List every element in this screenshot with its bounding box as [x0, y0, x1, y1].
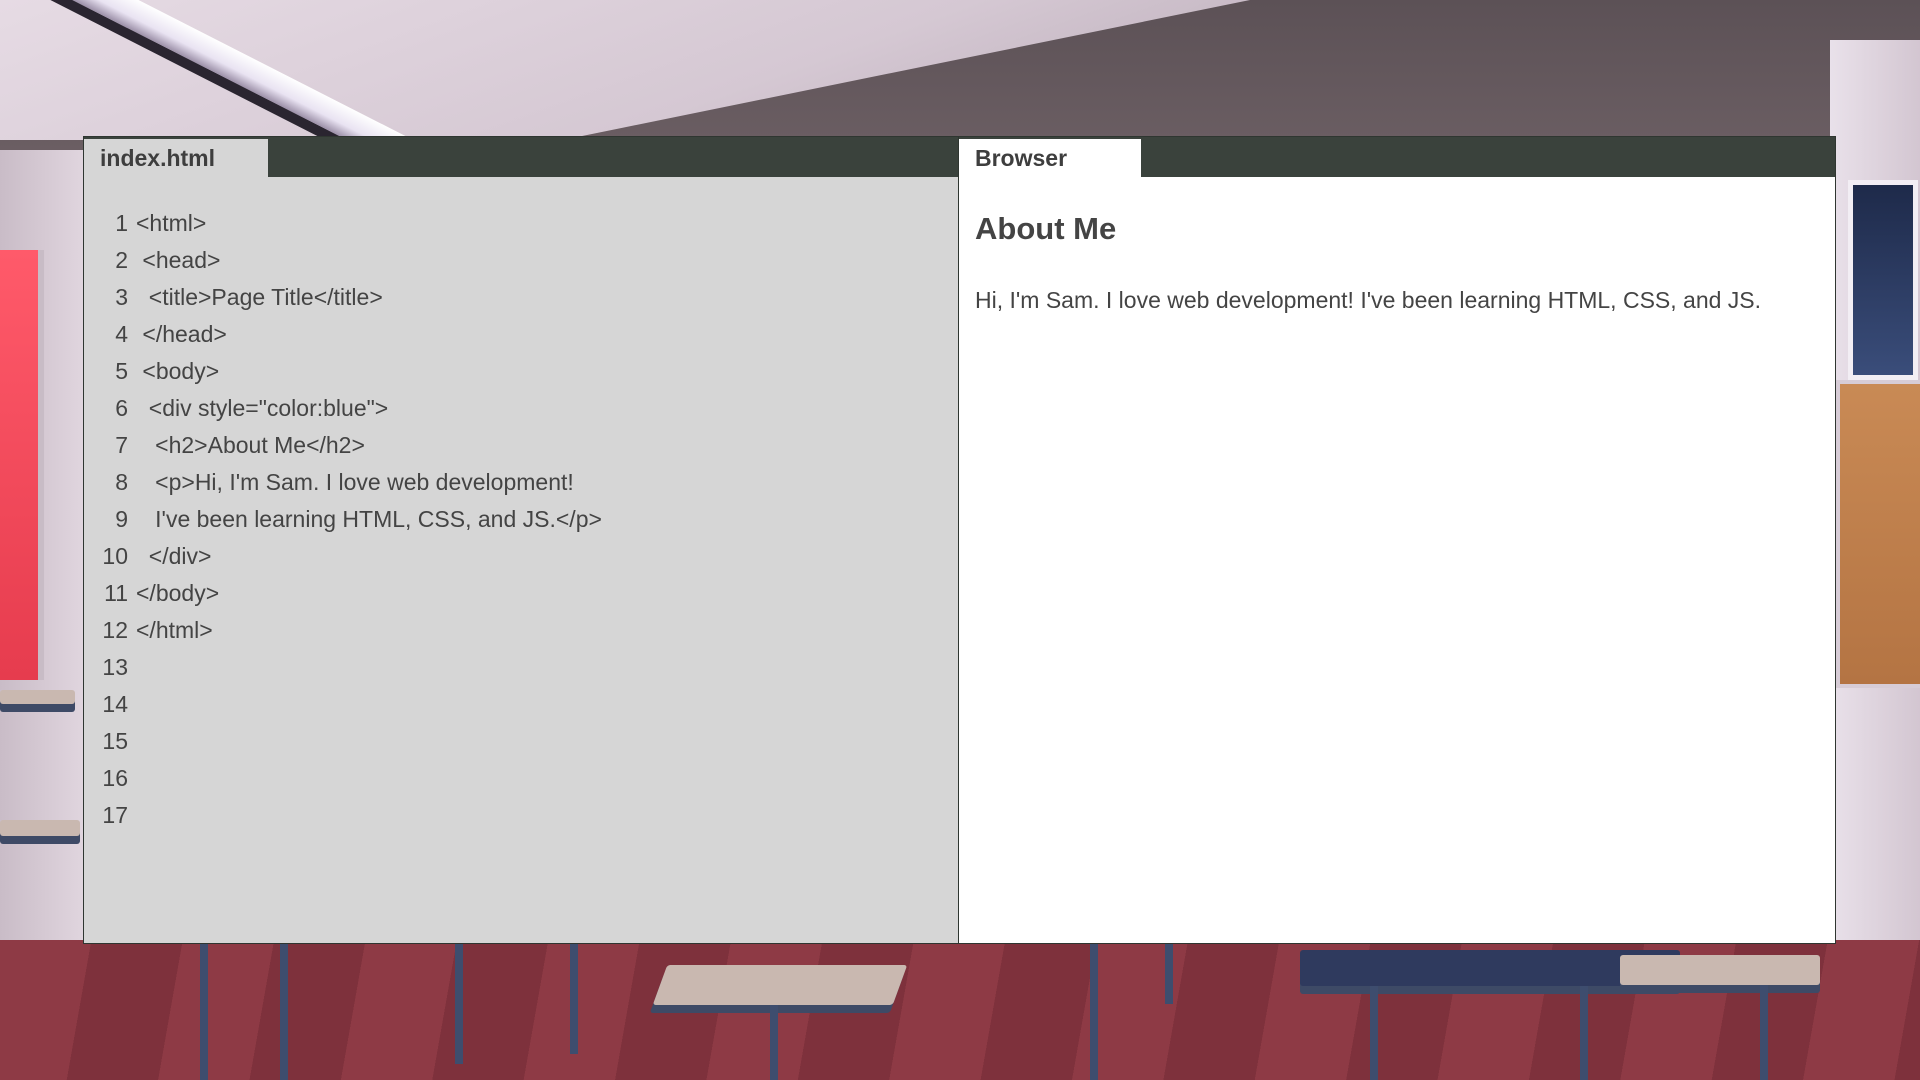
code-line[interactable]: 16: [84, 760, 958, 797]
line-number: 3: [115, 284, 128, 310]
code-line[interactable]: 10 </div>: [84, 538, 958, 575]
line-number: 8: [115, 469, 128, 495]
code-editor-panel[interactable]: index.html 1 <html> 2 <head> 3 <title>Page …: [83, 136, 959, 944]
code-line[interactable]: 13: [84, 649, 958, 686]
corkboard: [1836, 380, 1920, 688]
code-line[interactable]: 1 <html>: [84, 205, 958, 242]
desk-leg: [570, 944, 578, 1054]
line-number: 11: [104, 580, 128, 606]
desk: [0, 690, 75, 704]
code-line[interactable]: 11 </body>: [84, 575, 958, 612]
line-number: 4: [115, 321, 128, 347]
line-number: 1: [115, 210, 128, 236]
left-window: [0, 250, 44, 680]
line-number: 7: [115, 432, 128, 458]
desk-leg: [1760, 985, 1768, 1080]
tab-browser[interactable]: Browser: [959, 139, 1141, 177]
code-line[interactable]: 9 I've been learning HTML, CSS, and JS.<…: [84, 501, 958, 538]
code-text[interactable]: <div style="color:blue">: [136, 390, 388, 427]
code-line[interactable]: 17: [84, 797, 958, 834]
line-number: 10: [102, 543, 128, 569]
line-number: 12: [102, 617, 128, 643]
rendered-heading: About Me: [975, 211, 1117, 246]
code-line[interactable]: 15: [84, 723, 958, 760]
editor-tab-bar: index.html: [84, 137, 958, 177]
line-number: 17: [102, 802, 128, 828]
code-text[interactable]: <p>Hi, I'm Sam. I love web development!: [136, 464, 574, 501]
line-number: 16: [102, 765, 128, 791]
desk: [0, 820, 80, 836]
code-text[interactable]: I've been learning HTML, CSS, and JS.</p…: [136, 501, 602, 538]
browser-tab-bar: Browser: [959, 137, 1835, 177]
code-text[interactable]: <body>: [136, 353, 219, 390]
line-number: 5: [115, 358, 128, 384]
desk-leg: [770, 1005, 778, 1080]
line-number: 2: [115, 247, 128, 273]
rendered-page: About Me Hi, I'm Sam. I love web develop…: [975, 209, 1775, 315]
code-line[interactable]: 7 <h2>About Me</h2>: [84, 427, 958, 464]
code-text[interactable]: <title>Page Title</title>: [136, 279, 383, 316]
code-line[interactable]: 8 <p>Hi, I'm Sam. I love web development…: [84, 464, 958, 501]
code-line[interactable]: 6 <div style="color:blue">: [84, 390, 958, 427]
tab-index-html[interactable]: index.html: [84, 139, 268, 177]
desk: [1620, 955, 1820, 985]
code-text[interactable]: </body>: [136, 575, 219, 612]
code-line[interactable]: 5 <body>: [84, 353, 958, 390]
code-text-area[interactable]: 1 <html> 2 <head> 3 <title>Page Title</titl…: [84, 205, 958, 834]
code-text[interactable]: </head>: [136, 316, 226, 353]
code-line[interactable]: 14: [84, 686, 958, 723]
desk-leg: [455, 944, 463, 1064]
code-line[interactable]: 3 <title>Page Title</title>: [84, 279, 958, 316]
code-text[interactable]: <head>: [136, 242, 220, 279]
code-line[interactable]: 2 <head>: [84, 242, 958, 279]
desk-leg: [1370, 986, 1378, 1080]
line-number: 6: [115, 395, 128, 421]
line-number: 9: [115, 506, 128, 532]
code-text[interactable]: </html>: [136, 612, 213, 649]
rendered-paragraph: Hi, I'm Sam. I love web development! I'v…: [975, 287, 1762, 313]
code-text[interactable]: <h2>About Me</h2>: [136, 427, 365, 464]
desk-leg: [1165, 944, 1173, 1004]
code-line[interactable]: 4 </head>: [84, 316, 958, 353]
code-text[interactable]: <html>: [136, 205, 206, 242]
code-text[interactable]: </div>: [136, 538, 212, 575]
line-number: 15: [102, 728, 128, 754]
desk-leg: [280, 944, 288, 1080]
right-window: [1848, 180, 1918, 380]
code-line[interactable]: 12 </html>: [84, 612, 958, 649]
line-number: 13: [102, 654, 128, 680]
desk-leg: [1090, 944, 1098, 1080]
line-number: 14: [102, 691, 128, 717]
desk: [652, 965, 908, 1005]
browser-preview-panel: Browser About Me Hi, I'm Sam. I love web…: [958, 136, 1836, 944]
desk-leg: [1580, 986, 1588, 1080]
desk-leg: [200, 944, 208, 1080]
